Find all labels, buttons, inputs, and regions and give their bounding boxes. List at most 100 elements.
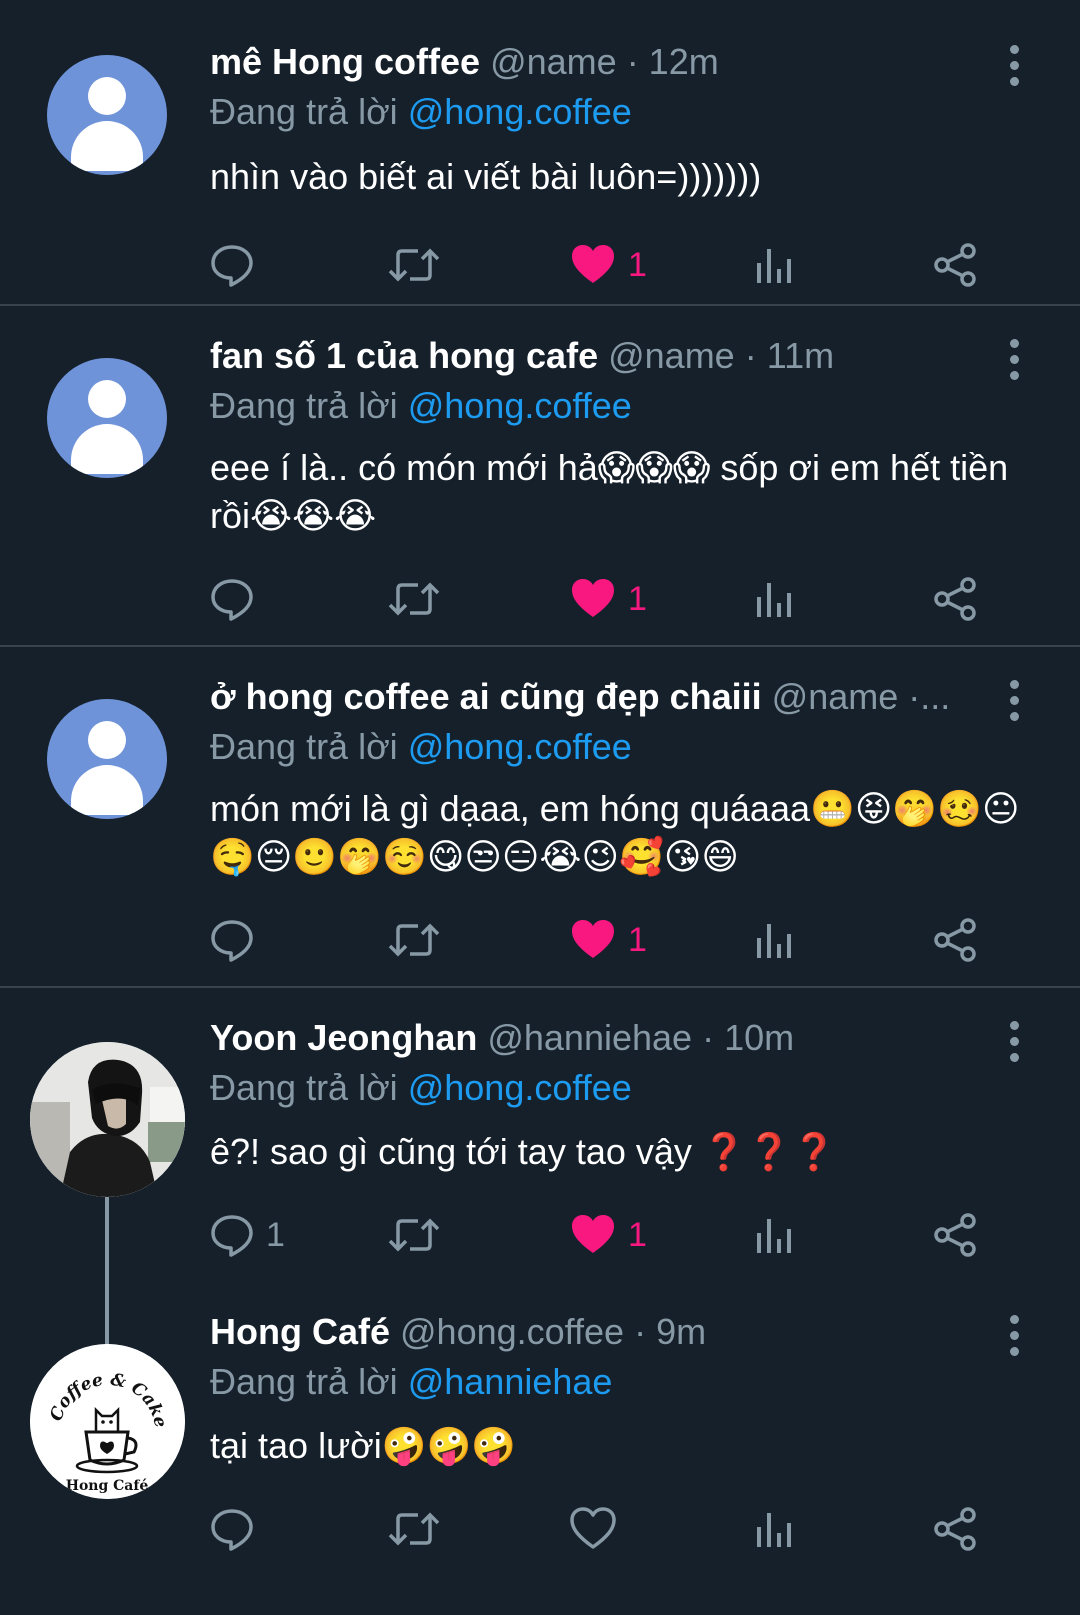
reply-button[interactable] (210, 1504, 254, 1554)
retweet-button[interactable] (388, 915, 440, 965)
display-name[interactable]: Hong Café (210, 1311, 390, 1352)
more-icon[interactable] (1010, 45, 1022, 93)
views-button[interactable] (755, 1504, 795, 1554)
like-button[interactable]: 1 (570, 1210, 647, 1260)
like-button[interactable]: 1 (570, 240, 647, 290)
views-icon (757, 1219, 791, 1253)
like-count: 1 (628, 579, 647, 618)
timestamp: · 12m (626, 41, 719, 82)
share-icon (934, 1213, 976, 1257)
share-icon (934, 918, 976, 962)
retweet-button[interactable] (388, 240, 440, 290)
more-icon[interactable] (1010, 680, 1022, 728)
views-icon (757, 249, 791, 283)
share-icon (934, 1507, 976, 1551)
user-handle: @name (490, 41, 617, 82)
reply-icon (211, 1215, 253, 1257)
like-icon (572, 920, 614, 958)
share-button[interactable] (932, 574, 978, 624)
reply-prefix: Đang trả lời (210, 91, 398, 132)
reply-to-handle[interactable]: @hong.coffee (408, 1067, 632, 1108)
tweet-header: mê Hong coffee @name · 12m (210, 40, 980, 84)
display-name[interactable]: Yoon Jeonghan (210, 1017, 477, 1058)
retweet-button[interactable] (388, 574, 440, 624)
reply-context: Đang trả lời @hong.coffee (210, 725, 632, 769)
reply-context: Đang trả lời @hong.coffee (210, 1066, 632, 1110)
tweet[interactable]: Coffee & Cake Hong Café Hong Café @hong.… (0, 1290, 1080, 1615)
share-button[interactable] (932, 1210, 978, 1260)
tweet[interactable]: Yoon Jeonghan @hanniehae · 10m Đang trả … (0, 988, 1080, 1288)
reply-to-handle[interactable]: @hong.coffee (408, 91, 632, 132)
share-button[interactable] (932, 240, 978, 290)
like-button[interactable] (570, 1504, 616, 1554)
views-button[interactable] (755, 1210, 795, 1260)
retweet-button[interactable] (388, 1504, 440, 1554)
user-handle: @name (608, 335, 735, 376)
reply-prefix: Đang trả lời (210, 385, 398, 426)
reply-icon (211, 579, 253, 621)
views-button[interactable] (755, 240, 795, 290)
views-icon (757, 583, 791, 617)
like-count: 1 (628, 245, 647, 284)
action-bar: 1 (210, 915, 1010, 965)
reply-button[interactable]: 1 (210, 1210, 285, 1260)
reply-to-handle[interactable]: @hong.coffee (408, 385, 632, 426)
tweet-text: eee í là.. có món mới hả😱😱😱 sốp ơi em hế… (210, 447, 1009, 536)
reply-prefix: Đang trả lời (210, 1067, 398, 1108)
like-button[interactable]: 1 (570, 574, 647, 624)
tweet-header: Hong Café @hong.coffee · 9m (210, 1310, 980, 1354)
avatar[interactable] (47, 699, 167, 819)
reply-button[interactable] (210, 240, 254, 290)
views-button[interactable] (755, 574, 795, 624)
profile-photo (30, 1042, 185, 1197)
timestamp: · 9m (634, 1311, 707, 1352)
share-icon (934, 243, 976, 287)
avatar[interactable] (30, 1042, 185, 1197)
reply-to-handle[interactable]: @hanniehae (408, 1361, 613, 1402)
reply-button[interactable] (210, 915, 254, 965)
retweet-button[interactable] (388, 1210, 440, 1260)
views-button[interactable] (755, 915, 795, 965)
avatar[interactable] (47, 358, 167, 478)
reply-icon (211, 920, 253, 962)
avatar[interactable] (47, 55, 167, 175)
more-icon[interactable] (1010, 1315, 1022, 1363)
retweet-icon (388, 1218, 440, 1252)
user-handle: @hanniehae (487, 1017, 693, 1058)
tweet[interactable]: ở hong coffee ai cũng đẹp chaiii @name ·… (0, 647, 1080, 987)
like-button[interactable]: 1 (570, 915, 647, 965)
tweet-text: món mới là gì dạaa, em hóng quáaaa😬😝🤭🥴😐🤤… (210, 788, 1020, 877)
reply-prefix: Đang trả lời (210, 1361, 398, 1402)
more-icon[interactable] (1010, 1021, 1022, 1069)
tweet-header: Yoon Jeonghan @hanniehae · 10m (210, 1016, 980, 1060)
tweet[interactable]: mê Hong coffee @name · 12m Đang trả lời … (0, 0, 1080, 305)
like-count: 1 (628, 920, 647, 959)
reply-button[interactable] (210, 574, 254, 624)
display-name[interactable]: ở hong coffee ai cũng đẹp chaiii (210, 676, 762, 717)
tweet-text: ê?! sao gì cũng tới tay tao vậy ❓❓❓ (210, 1131, 837, 1172)
retweet-icon (388, 248, 440, 282)
timestamp: · 11m (744, 335, 835, 376)
tweet-header: ở hong coffee ai cũng đẹp chaiii @name ·… (210, 675, 980, 719)
reply-context: Đang trả lời @hanniehae (210, 1360, 612, 1404)
reply-icon (211, 245, 253, 287)
user-handle: @name ·... (771, 676, 951, 717)
share-icon (934, 577, 976, 621)
reply-prefix: Đang trả lời (210, 726, 398, 767)
display-name[interactable]: mê Hong coffee (210, 41, 480, 82)
action-bar (210, 1504, 1010, 1554)
like-icon (572, 245, 614, 283)
avatar[interactable]: Coffee & Cake Hong Café (30, 1344, 185, 1499)
share-button[interactable] (932, 915, 978, 965)
views-icon (757, 1513, 791, 1547)
cafe-logo: Coffee & Cake Hong Café (30, 1344, 185, 1499)
tweet[interactable]: fan số 1 của hong cafe @name · 11m Đang … (0, 306, 1080, 646)
reply-to-handle[interactable]: @hong.coffee (408, 726, 632, 767)
user-handle: @hong.coffee (400, 1311, 625, 1352)
display-name[interactable]: fan số 1 của hong cafe (210, 335, 598, 376)
more-icon[interactable] (1010, 339, 1022, 387)
reply-context: Đang trả lời @hong.coffee (210, 90, 632, 134)
action-bar: 1 (210, 574, 1010, 624)
share-button[interactable] (932, 1504, 978, 1554)
tweet-header: fan số 1 của hong cafe @name · 11m (210, 334, 980, 378)
